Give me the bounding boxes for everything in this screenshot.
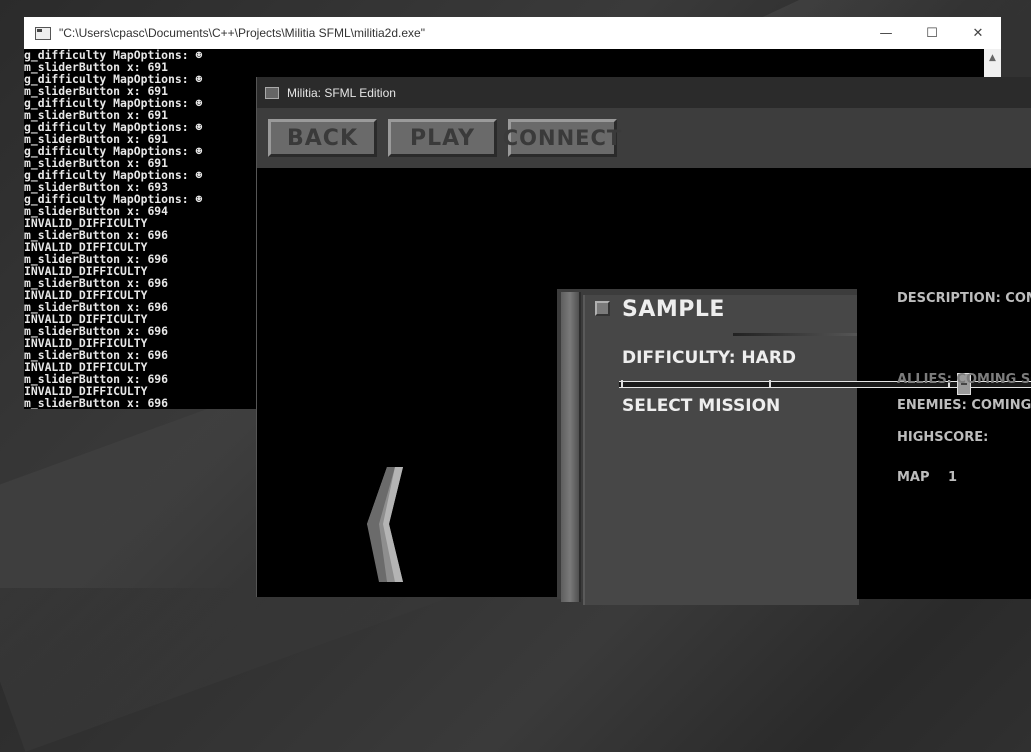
difficulty-label: DIFFICULTY: HARD — [622, 348, 797, 368]
sample-checkbox[interactable] — [595, 301, 610, 316]
game-app-icon — [265, 86, 279, 99]
panel-rail — [561, 292, 581, 602]
panel-inner — [583, 295, 859, 605]
title-divider — [733, 333, 857, 336]
highscore-label: HIGHSCORE: — [897, 430, 989, 445]
connect-button[interactable]: CONNECT — [503, 119, 621, 157]
back-button[interactable]: BACK — [268, 119, 377, 157]
description-label: DESCRIPTION: COMIN — [897, 291, 1031, 306]
select-mission-label[interactable]: SELECT MISSION — [622, 396, 780, 416]
scroll-up-arrow-icon[interactable]: ▲ — [984, 49, 1001, 63]
allies-label: ALLIES: COMING SOO — [897, 372, 1031, 387]
close-button[interactable]: ✕ — [955, 17, 1001, 49]
game-window[interactable]: Militia: SFML Edition BACK PLAY CONNECT … — [256, 77, 1031, 605]
slider-tick — [769, 380, 771, 387]
map-label: MAP — [897, 470, 930, 485]
minimize-button[interactable]: — — [863, 17, 909, 49]
game-title: Militia: SFML Edition — [287, 85, 396, 100]
console-output: g_difficulty MapOptions: ☻ m_sliderButton… — [24, 49, 255, 409]
game-menubar: BACK PLAY CONNECT — [257, 108, 1031, 168]
slider-tick — [621, 380, 623, 387]
maximize-button[interactable]: ☐ — [909, 17, 955, 49]
mission-title: SAMPLE — [622, 297, 725, 322]
console-titlebar[interactable]: "C:\Users\cpasc\Documents\C++\Projects\M… — [24, 17, 1001, 49]
mission-panel: SAMPLE DIFFICULTY: HARD SELECT MISSION D… — [557, 289, 1031, 605]
console-title: "C:\Users\cpasc\Documents\C++\Projects\M… — [59, 26, 425, 40]
map-number: 1 — [948, 470, 958, 485]
console-app-icon — [35, 26, 51, 40]
console-line: m_sliderButton x: 696 — [24, 396, 169, 409]
play-button[interactable]: PLAY — [388, 119, 497, 157]
game-titlebar[interactable]: Militia: SFML Edition — [257, 77, 1031, 108]
previous-mission-arrow-icon[interactable] — [365, 467, 405, 582]
enemies-label: ENEMIES: COMING SO — [897, 398, 1031, 413]
